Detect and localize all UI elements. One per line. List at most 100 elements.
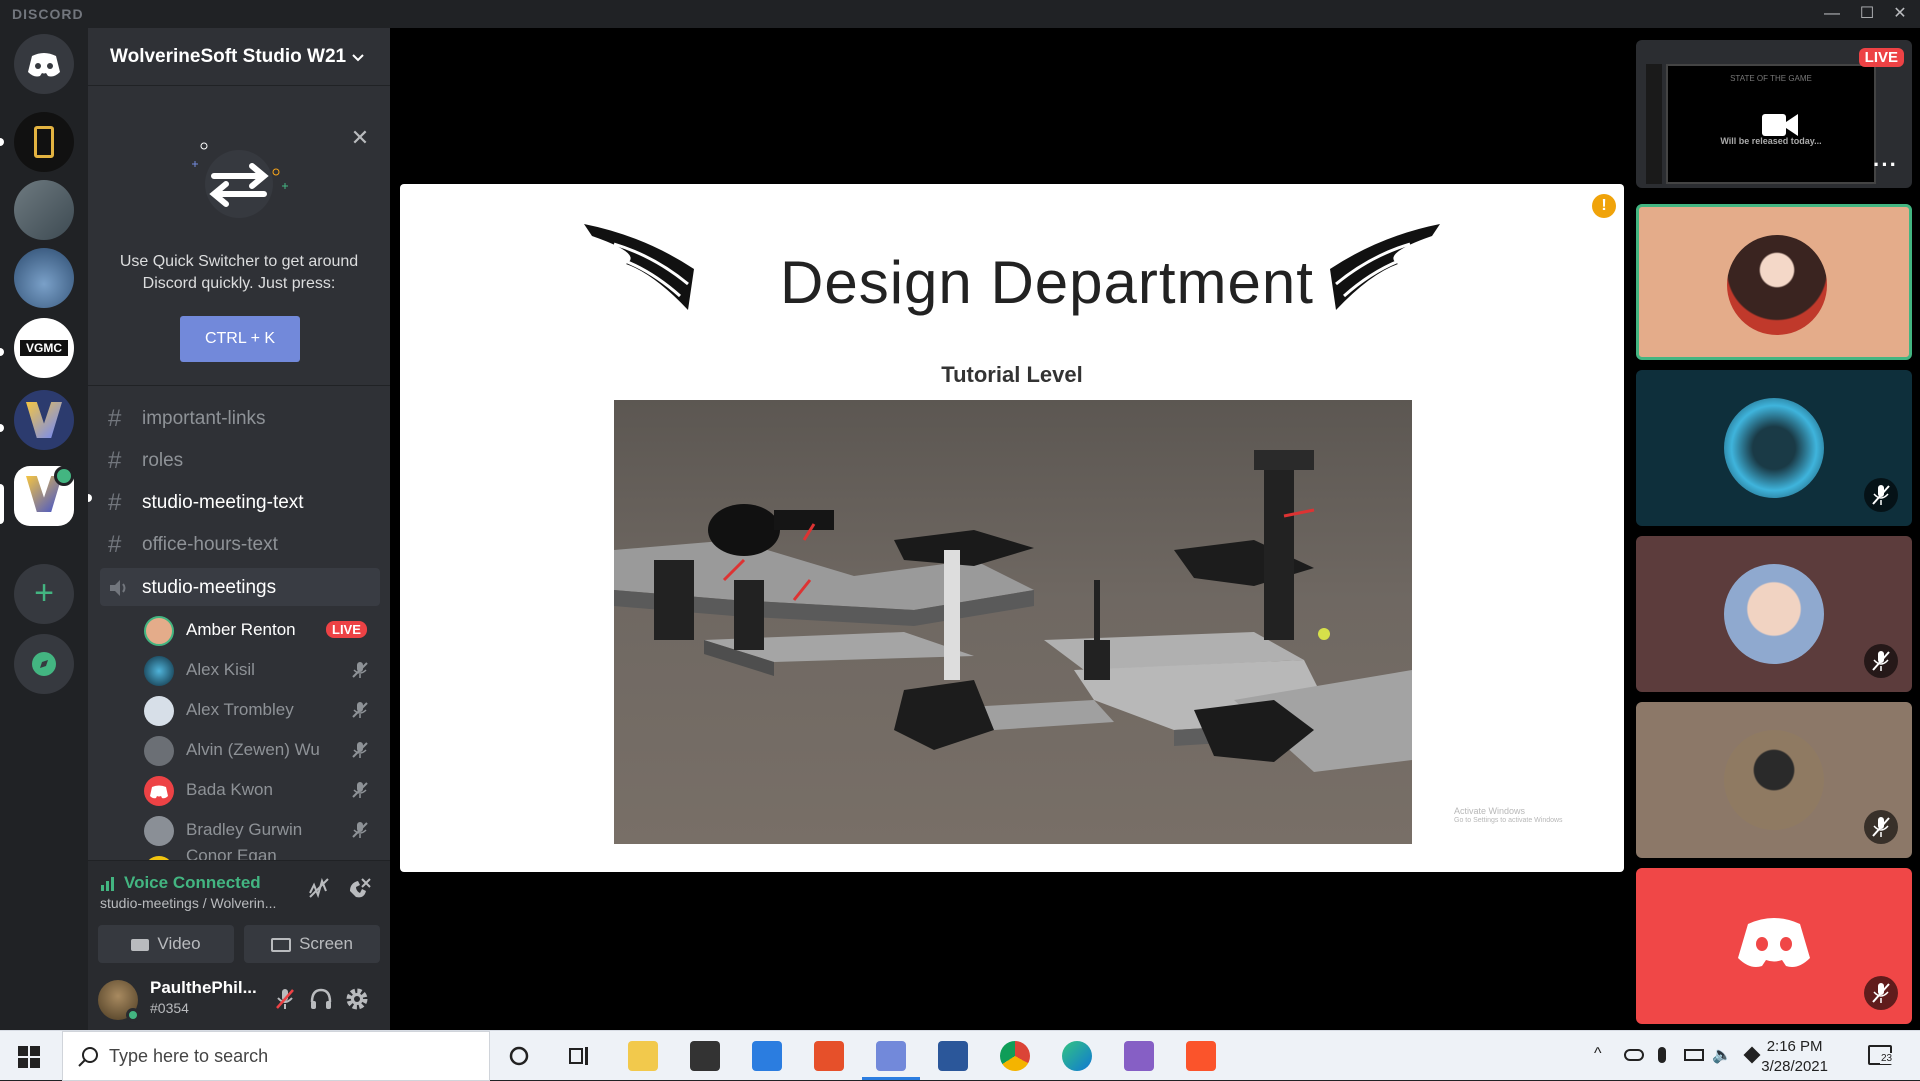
voice-channel-path[interactable]: studio-meetings / Wolverin... (100, 895, 276, 911)
selected-indicator (0, 484, 4, 524)
channel-name: office-hours-text (142, 534, 278, 555)
wing-left-icon (584, 224, 694, 310)
warning-icon[interactable]: ! (1592, 194, 1616, 218)
search-placeholder: Type here to search (109, 1046, 269, 1066)
server-header[interactable]: WolverineSoft Studio W21 (88, 28, 390, 86)
chrome-icon[interactable] (1000, 1041, 1030, 1071)
server-name: WolverineSoft Studio W21 (110, 46, 347, 67)
slide-subtitle: Tutorial Level (941, 362, 1083, 387)
close-button[interactable]: ✕ (1880, 2, 1920, 26)
participant-tile-alvin-wu[interactable] (1636, 702, 1912, 858)
office-icon[interactable] (814, 1041, 844, 1071)
voice-user-partial[interactable]: Conor Egan (144, 846, 380, 860)
user-tag: #0354 (150, 1000, 189, 1016)
participant-tile-amber-renton[interactable] (1636, 204, 1912, 360)
muted-mic-icon (352, 742, 368, 758)
quick-switcher-icon (192, 142, 288, 218)
speaker-icon (110, 580, 126, 596)
muted-mic-icon (352, 822, 368, 838)
avatar (144, 736, 174, 766)
store-icon[interactable] (690, 1041, 720, 1071)
muted-mic-icon (1864, 976, 1898, 1010)
voice-channel-studio-meetings[interactable]: studio-meetings (100, 568, 380, 606)
voice-user[interactable]: Alex Trombley (144, 692, 380, 728)
task-view-icon[interactable] (568, 1045, 592, 1067)
shared-screen-slide: ! Design Department Tutorial Level Activ… (400, 184, 1624, 872)
battery-icon[interactable] (1684, 1049, 1704, 1061)
taskbar-search-box[interactable]: Type here to search (62, 1031, 490, 1081)
muted-mic-icon (352, 662, 368, 678)
minimize-button[interactable]: — (1812, 2, 1852, 26)
username: PaulthePhil... (150, 978, 257, 997)
volume-icon[interactable]: 🔈 (1712, 1045, 1732, 1065)
windows-start-icon[interactable] (18, 1046, 40, 1068)
mute-mic-icon[interactable] (272, 986, 298, 1012)
cortana-icon[interactable] (508, 1045, 530, 1067)
participant-tile-alex-trombley[interactable] (1636, 536, 1912, 692)
system-clock[interactable]: 2:16 PM 3/28/2021 (1761, 1037, 1828, 1077)
chevron-up-icon[interactable]: ^ (1594, 1045, 1602, 1063)
voice-user[interactable]: Bradley Gurwin (144, 812, 380, 848)
voice-user-name: Amber Renton (186, 620, 296, 639)
noise-suppression-icon[interactable] (306, 875, 332, 901)
server-icon-vgmc[interactable]: VGMC (14, 318, 74, 378)
gear-icon[interactable] (344, 986, 370, 1012)
channel-office-hours-text[interactable]: # office-hours-text (100, 525, 380, 563)
participant-tile-alex-kisil[interactable] (1636, 370, 1912, 526)
channel-name: important-links (142, 408, 266, 429)
explore-servers-button[interactable] (14, 634, 74, 694)
participant-tile-bada-kwon[interactable] (1636, 868, 1912, 1024)
voice-user[interactable]: Alex Kisil (144, 652, 380, 688)
home-button[interactable] (14, 34, 74, 94)
online-status-icon (126, 1008, 140, 1022)
channel-roles[interactable]: # roles (100, 441, 380, 479)
channel-important-links[interactable]: # important-links (100, 399, 380, 437)
dropbox-icon[interactable] (1743, 1046, 1761, 1064)
wing-right-icon (1330, 224, 1440, 310)
voice-user[interactable]: Bada Kwon (144, 772, 380, 808)
server-icon-2[interactable] (14, 180, 74, 240)
visual-studio-icon[interactable] (1124, 1041, 1154, 1071)
brave-icon[interactable] (1186, 1041, 1216, 1071)
mail-icon[interactable] (752, 1041, 782, 1071)
user-panel: PaulthePhil... #0354 (88, 970, 390, 1030)
avatar (144, 616, 174, 646)
edge-icon[interactable] (1062, 1041, 1092, 1071)
server-icon-ws[interactable] (14, 390, 74, 450)
chevron-down-icon (352, 54, 364, 62)
close-icon[interactable]: ✕ (350, 127, 370, 149)
server-icon-3[interactable] (14, 248, 74, 308)
video-camera-icon (131, 938, 150, 951)
more-options-icon[interactable]: ··· (1873, 152, 1898, 178)
screen-share-button[interactable]: Screen (244, 925, 380, 963)
voice-user-name: Bada Kwon (186, 780, 273, 799)
quick-switcher-text: Use Quick Switcher to get around Discord… (119, 253, 359, 292)
compass-icon (32, 652, 56, 676)
add-server-button[interactable]: + (14, 564, 74, 624)
onedrive-icon[interactable] (1624, 1049, 1644, 1061)
hash-icon: # (108, 405, 122, 432)
voice-user-name: Alex Trombley (186, 700, 294, 719)
screen-label: Screen (299, 934, 353, 953)
server-icon-1[interactable] (14, 112, 74, 172)
disconnect-icon[interactable] (346, 875, 372, 901)
discord-taskbar-icon[interactable] (876, 1041, 906, 1071)
notification-center-icon[interactable]: 23 (1868, 1045, 1894, 1065)
stream-preview-tile[interactable]: STATE OF THE GAME Will be released today… (1636, 40, 1912, 188)
quick-switcher-tip: ✕ Use Quick Switcher to get around Disco… (88, 86, 390, 386)
channel-studio-meeting-text[interactable]: # studio-meeting-text (100, 483, 380, 521)
video-button[interactable]: Video (98, 925, 234, 963)
voice-connected-label[interactable]: Voice Connected (124, 873, 261, 893)
file-explorer-icon[interactable] (628, 1041, 658, 1071)
voice-user[interactable]: Amber Renton LIVE (144, 612, 380, 648)
voice-user-name: Alvin (Zewen) Wu (186, 740, 320, 759)
windows-taskbar: Type here to search ^ 🔈 2:16 PM 3/28/202… (0, 1030, 1920, 1081)
voice-user-name: Conor Egan (186, 846, 277, 860)
voice-user[interactable]: Alvin (Zewen) Wu (144, 732, 380, 768)
stream-stage[interactable]: ! Design Department Tutorial Level Activ… (390, 28, 1630, 1030)
avatar (144, 656, 174, 686)
microphone-icon[interactable] (1658, 1047, 1666, 1063)
headphones-icon[interactable] (308, 986, 334, 1012)
quick-switcher-shortcut-button[interactable]: CTRL + K (180, 316, 300, 362)
word-icon[interactable] (938, 1041, 968, 1071)
